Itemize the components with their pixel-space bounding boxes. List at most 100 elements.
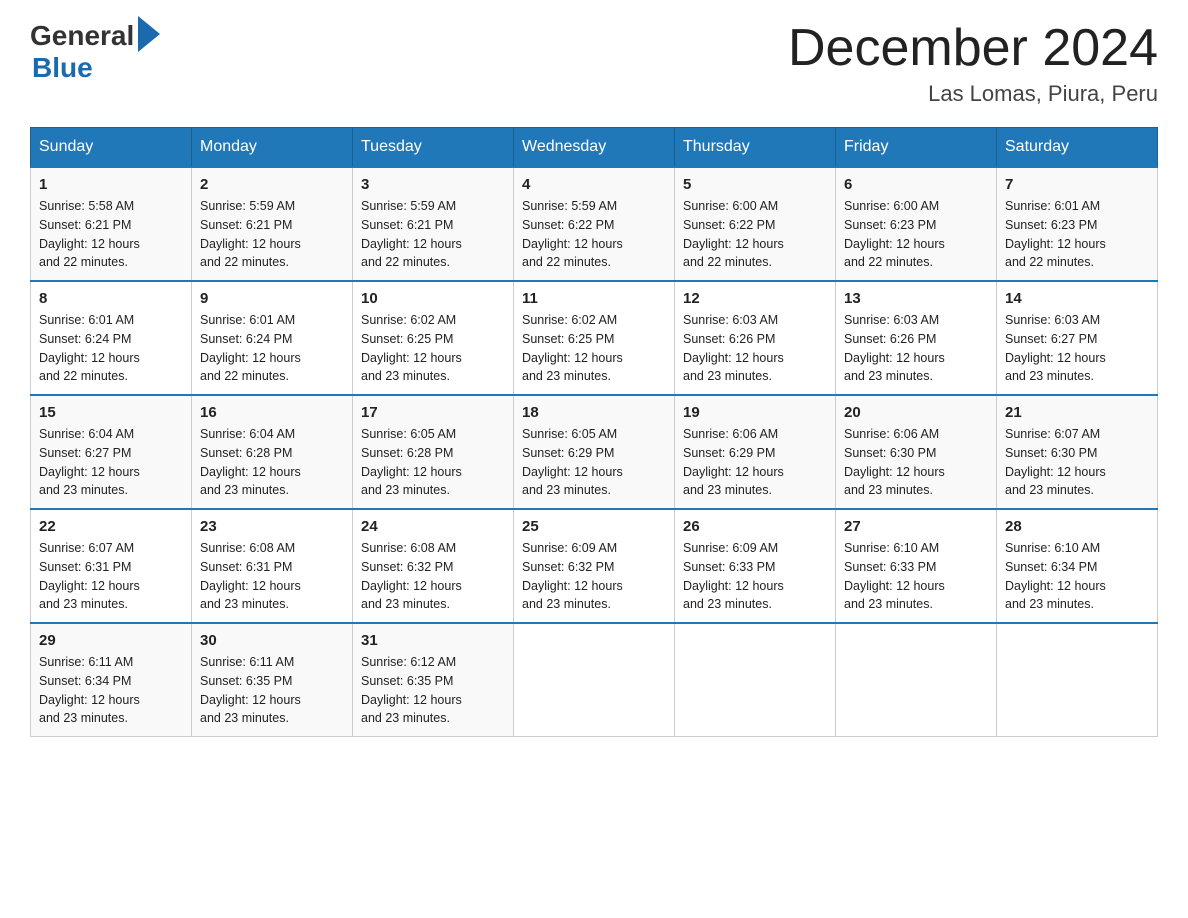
col-wednesday: Wednesday <box>514 128 675 168</box>
table-row: 6 Sunrise: 6:00 AMSunset: 6:23 PMDaylight… <box>836 167 997 281</box>
table-row: 9 Sunrise: 6:01 AMSunset: 6:24 PMDaylight… <box>192 281 353 395</box>
day-number: 7 <box>1005 176 1149 193</box>
day-number: 10 <box>361 290 505 307</box>
day-number: 4 <box>522 176 666 193</box>
day-info: Sunrise: 6:08 AMSunset: 6:31 PMDaylight:… <box>200 539 344 614</box>
day-number: 9 <box>200 290 344 307</box>
table-row: 27Sunrise: 6:10 AMSunset: 6:33 PMDayligh… <box>836 509 997 623</box>
day-number: 16 <box>200 404 344 421</box>
day-info: Sunrise: 6:08 AMSunset: 6:32 PMDaylight:… <box>361 539 505 614</box>
table-row: 14 Sunrise: 6:03 AMSunset: 6:27 PMDayligh… <box>997 281 1158 395</box>
day-info: Sunrise: 6:02 AMSunset: 6:25 PMDaylight:… <box>361 311 505 386</box>
calendar-week-row: 22 Sunrise: 6:07 AMSunset: 6:31 PMDayligh… <box>31 509 1158 623</box>
table-row: 16 Sunrise: 6:04 AMSunset: 6:28 PMDayligh… <box>192 395 353 509</box>
day-number: 19 <box>683 404 827 421</box>
day-info: Sunrise: 6:07 AMSunset: 6:30 PMDaylight:… <box>1005 425 1149 500</box>
day-info: Sunrise: 6:00 AMSunset: 6:23 PMDaylight:… <box>844 197 988 272</box>
day-number: 22 <box>39 518 183 535</box>
calendar-subtitle: Las Lomas, Piura, Peru <box>788 81 1158 107</box>
day-info: Sunrise: 6:11 AMSunset: 6:34 PMDaylight:… <box>39 653 183 728</box>
day-info: Sunrise: 6:06 AMSunset: 6:30 PMDaylight:… <box>844 425 988 500</box>
calendar-table: Sunday Monday Tuesday Wednesday Thursday… <box>30 127 1158 737</box>
day-number: 29 <box>39 632 183 649</box>
table-row: 2 Sunrise: 5:59 AMSunset: 6:21 PMDaylight… <box>192 167 353 281</box>
day-info: Sunrise: 6:05 AMSunset: 6:28 PMDaylight:… <box>361 425 505 500</box>
day-info: Sunrise: 6:02 AMSunset: 6:25 PMDaylight:… <box>522 311 666 386</box>
table-row: 8Sunrise: 6:01 AMSunset: 6:24 PMDaylight… <box>31 281 192 395</box>
day-info: Sunrise: 6:01 AMSunset: 6:23 PMDaylight:… <box>1005 197 1149 272</box>
day-number: 14 <box>1005 290 1149 307</box>
day-number: 13 <box>844 290 988 307</box>
table-row: 28Sunrise: 6:10 AMSunset: 6:34 PMDayligh… <box>997 509 1158 623</box>
calendar-week-row: 15 Sunrise: 6:04 AMSunset: 6:27 PMDayligh… <box>31 395 1158 509</box>
title-area: December 2024 Las Lomas, Piura, Peru <box>788 20 1158 107</box>
table-row: 18 Sunrise: 6:05 AMSunset: 6:29 PMDayligh… <box>514 395 675 509</box>
day-info: Sunrise: 6:06 AMSunset: 6:29 PMDaylight:… <box>683 425 827 500</box>
table-row <box>675 623 836 737</box>
calendar-title: December 2024 <box>788 20 1158 77</box>
table-row <box>514 623 675 737</box>
table-row: 22 Sunrise: 6:07 AMSunset: 6:31 PMDayligh… <box>31 509 192 623</box>
day-number: 30 <box>200 632 344 649</box>
table-row: 21Sunrise: 6:07 AMSunset: 6:30 PMDayligh… <box>997 395 1158 509</box>
page-header: General Blue December 2024 Las Lomas, Pi… <box>30 20 1158 107</box>
day-info: Sunrise: 6:01 AMSunset: 6:24 PMDaylight:… <box>200 311 344 386</box>
table-row: 15 Sunrise: 6:04 AMSunset: 6:27 PMDayligh… <box>31 395 192 509</box>
col-tuesday: Tuesday <box>353 128 514 168</box>
day-number: 2 <box>200 176 344 193</box>
table-row: 11Sunrise: 6:02 AMSunset: 6:25 PMDayligh… <box>514 281 675 395</box>
table-row: 25 Sunrise: 6:09 AMSunset: 6:32 PMDayligh… <box>514 509 675 623</box>
col-monday: Monday <box>192 128 353 168</box>
table-row: 24 Sunrise: 6:08 AMSunset: 6:32 PMDayligh… <box>353 509 514 623</box>
day-info: Sunrise: 6:03 AMSunset: 6:26 PMDaylight:… <box>844 311 988 386</box>
calendar-header-row: Sunday Monday Tuesday Wednesday Thursday… <box>31 128 1158 168</box>
day-number: 15 <box>39 404 183 421</box>
table-row: 17 Sunrise: 6:05 AMSunset: 6:28 PMDayligh… <box>353 395 514 509</box>
day-number: 6 <box>844 176 988 193</box>
day-info: Sunrise: 6:03 AMSunset: 6:27 PMDaylight:… <box>1005 311 1149 386</box>
table-row <box>997 623 1158 737</box>
day-info: Sunrise: 5:59 AMSunset: 6:22 PMDaylight:… <box>522 197 666 272</box>
day-number: 25 <box>522 518 666 535</box>
table-row: 4 Sunrise: 5:59 AMSunset: 6:22 PMDaylight… <box>514 167 675 281</box>
day-info: Sunrise: 6:04 AMSunset: 6:28 PMDaylight:… <box>200 425 344 500</box>
day-number: 3 <box>361 176 505 193</box>
table-row: 23Sunrise: 6:08 AMSunset: 6:31 PMDayligh… <box>192 509 353 623</box>
day-number: 24 <box>361 518 505 535</box>
col-thursday: Thursday <box>675 128 836 168</box>
day-info: Sunrise: 6:09 AMSunset: 6:32 PMDaylight:… <box>522 539 666 614</box>
day-number: 8 <box>39 290 183 307</box>
table-row: 26 Sunrise: 6:09 AMSunset: 6:33 PMDayligh… <box>675 509 836 623</box>
day-number: 1 <box>39 176 183 193</box>
day-info: Sunrise: 5:59 AMSunset: 6:21 PMDaylight:… <box>361 197 505 272</box>
day-info: Sunrise: 5:59 AMSunset: 6:21 PMDaylight:… <box>200 197 344 272</box>
logo: General Blue <box>30 20 160 84</box>
col-friday: Friday <box>836 128 997 168</box>
table-row <box>836 623 997 737</box>
table-row: 29 Sunrise: 6:11 AMSunset: 6:34 PMDayligh… <box>31 623 192 737</box>
day-info: Sunrise: 6:07 AMSunset: 6:31 PMDaylight:… <box>39 539 183 614</box>
day-info: Sunrise: 6:12 AMSunset: 6:35 PMDaylight:… <box>361 653 505 728</box>
logo-blue-text: Blue <box>32 52 93 84</box>
col-sunday: Sunday <box>31 128 192 168</box>
day-info: Sunrise: 6:09 AMSunset: 6:33 PMDaylight:… <box>683 539 827 614</box>
day-number: 12 <box>683 290 827 307</box>
day-number: 5 <box>683 176 827 193</box>
day-number: 20 <box>844 404 988 421</box>
day-number: 26 <box>683 518 827 535</box>
table-row: 13 Sunrise: 6:03 AMSunset: 6:26 PMDayligh… <box>836 281 997 395</box>
day-info: Sunrise: 6:11 AMSunset: 6:35 PMDaylight:… <box>200 653 344 728</box>
day-info: Sunrise: 6:00 AMSunset: 6:22 PMDaylight:… <box>683 197 827 272</box>
table-row: 30 Sunrise: 6:11 AMSunset: 6:35 PMDayligh… <box>192 623 353 737</box>
table-row: 10 Sunrise: 6:02 AMSunset: 6:25 PMDayligh… <box>353 281 514 395</box>
day-info: Sunrise: 5:58 AMSunset: 6:21 PMDaylight:… <box>39 197 183 272</box>
day-info: Sunrise: 6:05 AMSunset: 6:29 PMDaylight:… <box>522 425 666 500</box>
day-number: 17 <box>361 404 505 421</box>
table-row: 12Sunrise: 6:03 AMSunset: 6:26 PMDayligh… <box>675 281 836 395</box>
day-number: 31 <box>361 632 505 649</box>
day-info: Sunrise: 6:04 AMSunset: 6:27 PMDaylight:… <box>39 425 183 500</box>
calendar-week-row: 1 Sunrise: 5:58 AMSunset: 6:21 PMDaylight… <box>31 167 1158 281</box>
logo-general-text: General <box>30 20 134 52</box>
day-number: 18 <box>522 404 666 421</box>
day-info: Sunrise: 6:10 AMSunset: 6:34 PMDaylight:… <box>1005 539 1149 614</box>
